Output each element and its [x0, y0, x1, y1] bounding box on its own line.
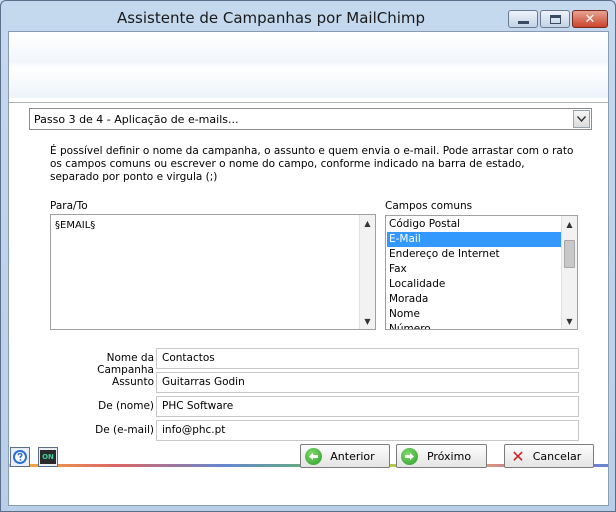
step-dropdown[interactable]: Passo 3 de 4 - Aplicação de e-mails...	[29, 108, 592, 130]
scroll-thumb[interactable]	[564, 239, 575, 268]
help-icon	[13, 450, 27, 464]
from-email-label: De (e-mail)	[95, 424, 154, 436]
from-name-label: De (nome)	[98, 400, 154, 412]
next-button[interactable]: Próximo	[396, 444, 487, 468]
to-textarea-value: §EMAIL§	[55, 220, 96, 231]
scroll-down-icon[interactable]: ▼	[360, 313, 375, 329]
common-fields-scrollbar[interactable]: ▲ ▼	[561, 216, 577, 329]
common-fields-label: Campos comuns	[385, 200, 473, 212]
list-item[interactable]: Morada	[387, 292, 561, 307]
next-button-label: Próximo	[426, 449, 472, 463]
chevron-down-icon[interactable]	[573, 110, 590, 128]
subject-label: Assunto	[112, 376, 154, 388]
maximize-button[interactable]	[540, 10, 570, 28]
close-button[interactable]: ✕	[572, 10, 608, 28]
from-email-input[interactable]: info@phc.pt	[156, 420, 579, 441]
list-item[interactable]: Número	[387, 322, 561, 329]
step-description: É possível definir o nome da campanha, o…	[50, 145, 574, 184]
minimize-icon	[517, 20, 529, 24]
title-bar[interactable]: Assistente de Campanhas por MailChimp ✕	[1, 1, 615, 31]
scroll-up-icon[interactable]: ▲	[562, 216, 577, 232]
maximize-icon	[549, 14, 561, 24]
campaign-name-input[interactable]: Contactos	[156, 348, 579, 369]
header-divider	[9, 102, 608, 103]
help-button[interactable]	[10, 447, 30, 467]
campaign-name-label: Nome da Campanha	[97, 352, 154, 376]
list-item[interactable]: Nome	[387, 307, 561, 322]
cancel-button-label: Cancelar	[532, 449, 582, 463]
scroll-down-icon[interactable]: ▼	[562, 313, 577, 329]
minimize-button[interactable]	[508, 10, 538, 28]
common-fields-items: Código Postal E-Mail Endereço de Internet F…	[387, 217, 561, 329]
description-line: os campos comuns ou escrever o nome do c…	[50, 158, 525, 170]
window-title: Assistente de Campanhas por MailChimp	[116, 9, 426, 27]
wizard-client-area: Passo 3 de 4 - Aplicação de e-mails... É…	[8, 31, 609, 506]
from-name-input[interactable]: PHC Software	[156, 396, 579, 417]
on-button[interactable]: ON	[38, 447, 58, 467]
scroll-up-icon[interactable]: ▲	[360, 215, 375, 231]
previous-button-label: Anterior	[330, 449, 375, 463]
cancel-button[interactable]: ✕ Cancelar	[504, 444, 594, 468]
list-item[interactable]: E-Mail	[387, 232, 561, 247]
list-item[interactable]: Localidade	[387, 277, 561, 292]
description-line: É possível definir o nome da campanha, o…	[50, 145, 574, 157]
wizard-window: Assistente de Campanhas por MailChimp ✕ …	[0, 0, 616, 512]
x-icon: ✕	[511, 446, 525, 466]
list-item[interactable]: Fax	[387, 262, 561, 277]
to-scrollbar[interactable]: ▲ ▼	[359, 215, 375, 329]
description-line: separado por ponto e virgula (;)	[50, 171, 218, 183]
to-label: Para/To	[50, 200, 88, 212]
header-banner	[9, 32, 608, 98]
on-icon: ON	[40, 450, 56, 464]
close-icon: ✕	[584, 11, 596, 27]
to-textarea[interactable]: §EMAIL§ ▲ ▼	[50, 214, 376, 330]
footer-bar	[9, 467, 608, 505]
common-fields-list[interactable]: Código Postal E-Mail Endereço de Internet F…	[385, 215, 578, 330]
list-item[interactable]: Endereço de Internet	[387, 247, 561, 262]
subject-input[interactable]: Guitarras Godin	[156, 372, 579, 393]
arrow-right-icon	[401, 447, 418, 465]
list-item[interactable]: Código Postal	[387, 217, 561, 232]
previous-button[interactable]: Anterior	[300, 444, 390, 468]
step-dropdown-value: Passo 3 de 4 - Aplicação de e-mails...	[34, 112, 239, 126]
arrow-left-icon	[305, 447, 322, 465]
